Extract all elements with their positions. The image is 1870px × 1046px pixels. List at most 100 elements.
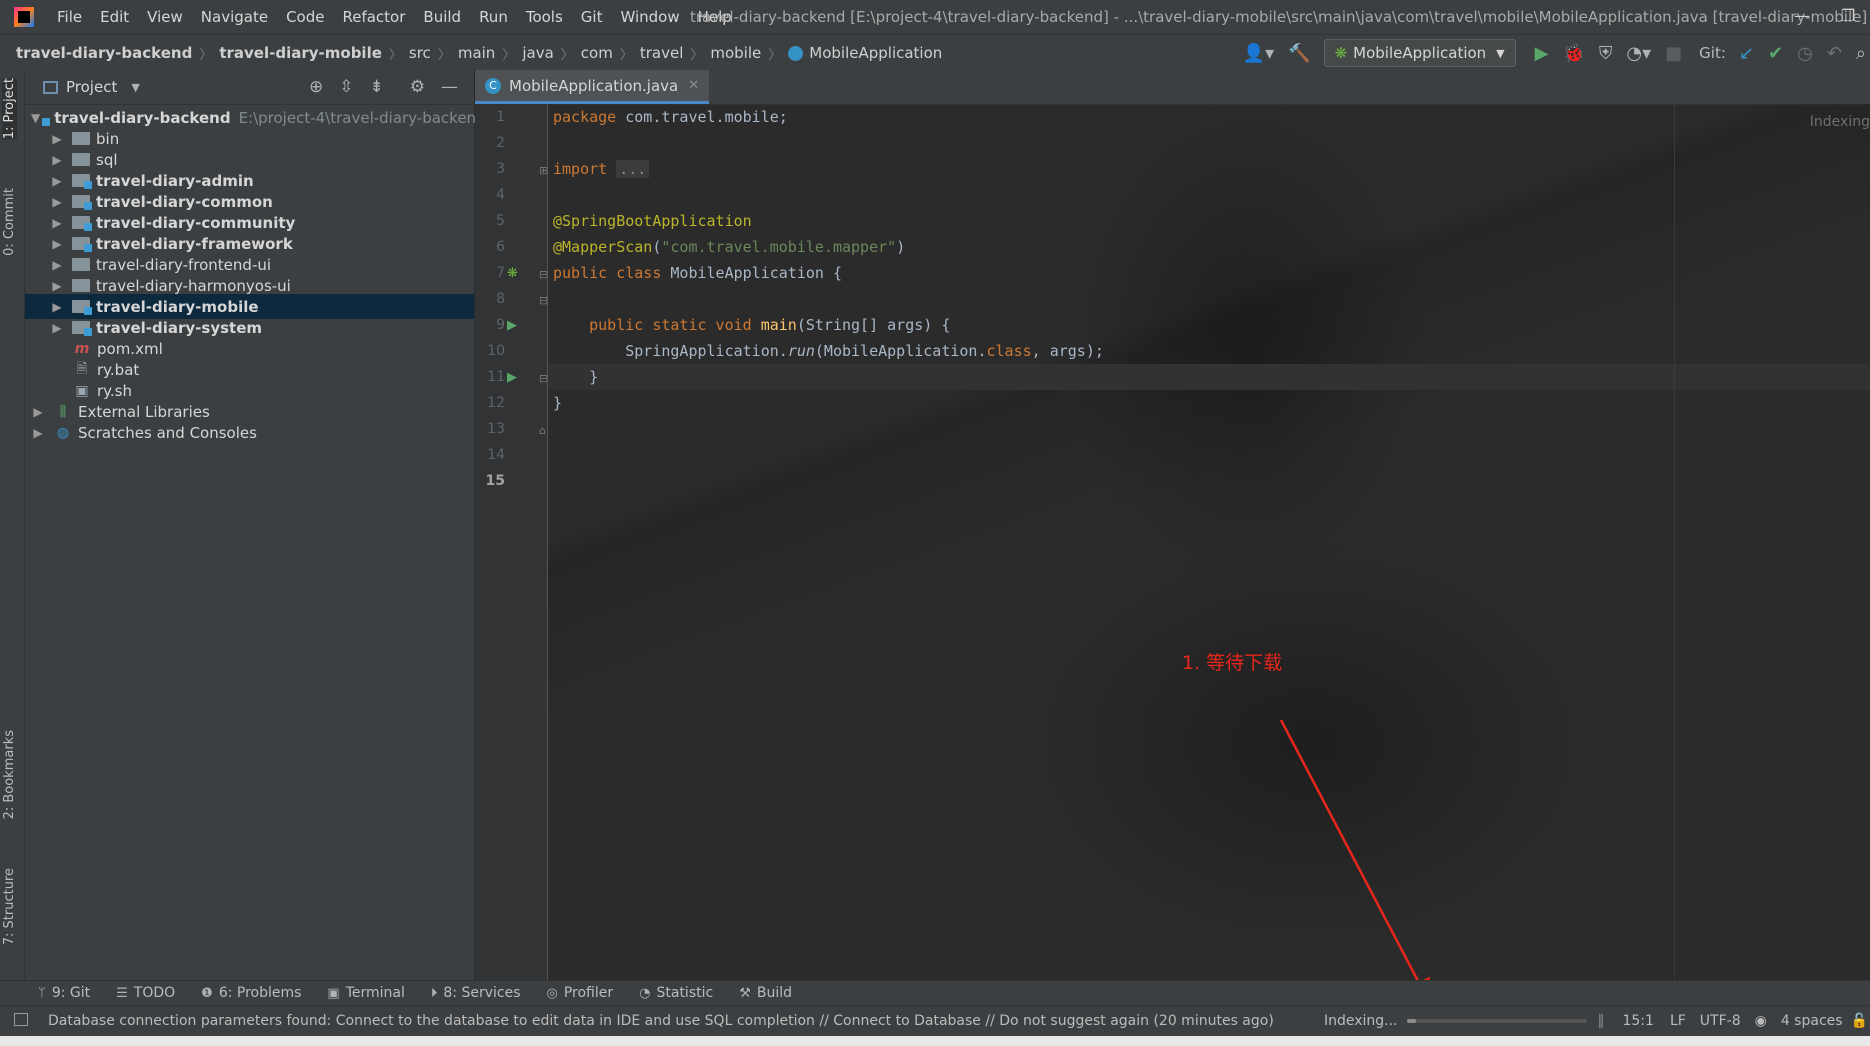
close-icon[interactable]: ✕ <box>688 78 699 93</box>
history-icon[interactable]: ◷ <box>1797 43 1813 64</box>
chevron-right-icon[interactable]: ▶ <box>50 174 64 188</box>
chevron-right-icon[interactable]: ▶ <box>50 321 64 335</box>
breadcrumb-item[interactable]: src <box>409 44 431 62</box>
menu-build[interactable]: Build <box>414 8 470 26</box>
tab-terminal[interactable]: ▣ Terminal <box>327 985 404 1001</box>
module-folder-icon <box>72 216 92 231</box>
line-number: 13 <box>487 421 505 437</box>
code-line-12: SpringApplication.run(MobileApplication.… <box>553 338 1104 364</box>
tab-git[interactable]: ᛘ 9: Git <box>38 985 90 1001</box>
line-number: 5 <box>496 213 505 229</box>
build-hammer-icon[interactable]: 🔨 <box>1288 43 1310 64</box>
tab-problems[interactable]: ❶ 6: Problems <box>201 985 301 1001</box>
spring-bean-icon[interactable]: ❋ <box>507 266 518 281</box>
breadcrumb-item[interactable]: mobile <box>710 44 761 62</box>
profile-icon[interactable]: ◔▾ <box>1626 43 1651 64</box>
panel-toggle-icon[interactable] <box>14 1013 28 1026</box>
maximize-icon[interactable]: ❐ <box>1828 0 1868 34</box>
tab-bookmarks[interactable]: 2: Bookmarks <box>2 730 17 819</box>
chevron-right-icon[interactable]: ▶ <box>31 426 45 440</box>
tab-project[interactable]: 1: Project <box>2 78 17 140</box>
menu-window[interactable]: Window <box>611 8 688 26</box>
collapse-all-icon[interactable]: ⇟ <box>370 77 384 97</box>
menu-tools[interactable]: Tools <box>517 8 572 26</box>
tree-item-scratches[interactable]: ▶ ◍ Scratches and Consoles <box>25 420 474 445</box>
debug-icon[interactable]: 🐞 <box>1562 43 1584 64</box>
search-icon[interactable]: ⌕ <box>1856 43 1866 64</box>
tab-statistic[interactable]: ◔ Statistic <box>639 985 713 1001</box>
menu-code[interactable]: Code <box>277 8 333 26</box>
tree-item-label: travel-diary-mobile <box>96 297 259 316</box>
breadcrumb-item[interactable]: main <box>458 44 495 62</box>
menu-run[interactable]: Run <box>470 8 517 26</box>
lock-icon[interactable]: 🔓 <box>1851 1013 1868 1029</box>
pause-icon[interactable]: ‖ <box>1597 1013 1604 1029</box>
run-configuration-select[interactable]: ❋ MobileApplication ▼ <box>1323 39 1516 67</box>
tab-structure[interactable]: 7: Structure <box>2 868 17 945</box>
fold-icon[interactable]: ⊞ <box>539 164 548 177</box>
folded-imports[interactable]: ... <box>616 160 650 178</box>
coverage-icon[interactable]: ⛨ <box>1599 43 1613 64</box>
minimize-icon[interactable]: — <box>1782 0 1822 34</box>
file-encoding[interactable]: UTF-8 <box>1700 1013 1741 1029</box>
user-icon[interactable]: 👤▾ <box>1243 43 1274 64</box>
git-commit-icon[interactable]: ✔ <box>1768 43 1783 64</box>
tab-structure-label: 7: Structure <box>2 868 17 946</box>
current-line-highlight <box>548 364 1870 390</box>
fold-icon[interactable]: ⊟ <box>539 294 548 307</box>
indexing-status[interactable]: Indexing... <box>1324 1013 1398 1029</box>
breadcrumb-item[interactable]: travel-diary-backend <box>16 44 192 62</box>
menu-edit[interactable]: Edit <box>91 8 138 26</box>
line-separator[interactable]: LF <box>1670 1013 1686 1029</box>
line-number: 10 <box>487 343 505 359</box>
chevron-right-icon[interactable]: ▶ <box>50 195 64 209</box>
eye-icon[interactable]: ◉ <box>1755 1013 1767 1029</box>
indent-setting[interactable]: 4 spaces <box>1781 1013 1843 1029</box>
locate-icon[interactable]: ⊕ <box>309 77 323 97</box>
run-gutter-icon[interactable]: ▶ <box>507 318 517 333</box>
chevron-down-icon[interactable]: ▼ <box>31 111 40 125</box>
chevron-right-icon[interactable]: ▶ <box>50 279 64 293</box>
tree-item-label: bin <box>96 129 120 148</box>
code-editor[interactable]: package com.travel.mobile; import ... @S… <box>548 104 1870 980</box>
breadcrumb-item[interactable]: travel <box>640 44 684 62</box>
run-gutter-icon[interactable]: ▶ <box>507 370 517 385</box>
breadcrumb-item[interactable]: com <box>581 44 613 62</box>
hide-icon[interactable]: — <box>441 77 458 97</box>
tab-commit[interactable]: 0: Commit <box>2 188 17 256</box>
fold-icon[interactable]: ⊟ <box>539 372 548 385</box>
chevron-right-icon[interactable]: ▶ <box>50 132 64 146</box>
chevron-right-icon[interactable]: ▶ <box>31 405 45 419</box>
line-number: 11 <box>487 369 505 385</box>
chevron-right-icon[interactable]: ▶ <box>50 153 64 167</box>
expand-all-icon[interactable]: ⇳ <box>339 77 353 97</box>
menu-view[interactable]: View <box>138 8 192 26</box>
rollback-icon[interactable]: ↶ <box>1827 43 1842 64</box>
menu-file[interactable]: File <box>48 8 91 26</box>
run-icon[interactable]: ▶ <box>1535 43 1549 64</box>
breadcrumb-item[interactable]: travel-diary-mobile <box>219 44 382 62</box>
chevron-right-icon[interactable]: ▶ <box>50 237 64 251</box>
status-message[interactable]: Database connection parameters found: Co… <box>48 1013 1274 1029</box>
chevron-right-icon[interactable]: ▶ <box>50 300 64 314</box>
chevron-right-icon[interactable]: ▶ <box>50 216 64 230</box>
breadcrumb-item[interactable]: MobileApplication <box>809 44 942 62</box>
fold-end-icon[interactable]: ⌂ <box>539 424 546 437</box>
tab-build[interactable]: ⚒ Build <box>739 985 792 1001</box>
editor-tab-mobileapplication[interactable]: C MobileApplication.java ✕ <box>475 70 710 104</box>
chevron-right-icon[interactable]: ▶ <box>50 258 64 272</box>
menu-refactor[interactable]: Refactor <box>333 8 414 26</box>
menu-navigate[interactable]: Navigate <box>192 8 277 26</box>
breadcrumb-item[interactable]: java <box>522 44 553 62</box>
tab-todo[interactable]: ☰ TODO <box>116 985 175 1001</box>
project-view-select[interactable]: Project ▼ <box>43 78 140 96</box>
line-number: 4 <box>496 187 505 203</box>
git-update-icon[interactable]: ↙ <box>1739 43 1754 64</box>
tab-profiler[interactable]: ◎ Profiler <box>547 985 614 1001</box>
gear-icon[interactable]: ⚙ <box>410 77 425 97</box>
caret-position[interactable]: 15:1 <box>1622 1013 1653 1029</box>
tab-services[interactable]: ⏵ 8: Services <box>431 985 521 1001</box>
menu-git[interactable]: Git <box>572 8 612 26</box>
fold-icon[interactable]: ⊟ <box>539 268 548 281</box>
stop-icon[interactable]: ■ <box>1665 43 1682 64</box>
